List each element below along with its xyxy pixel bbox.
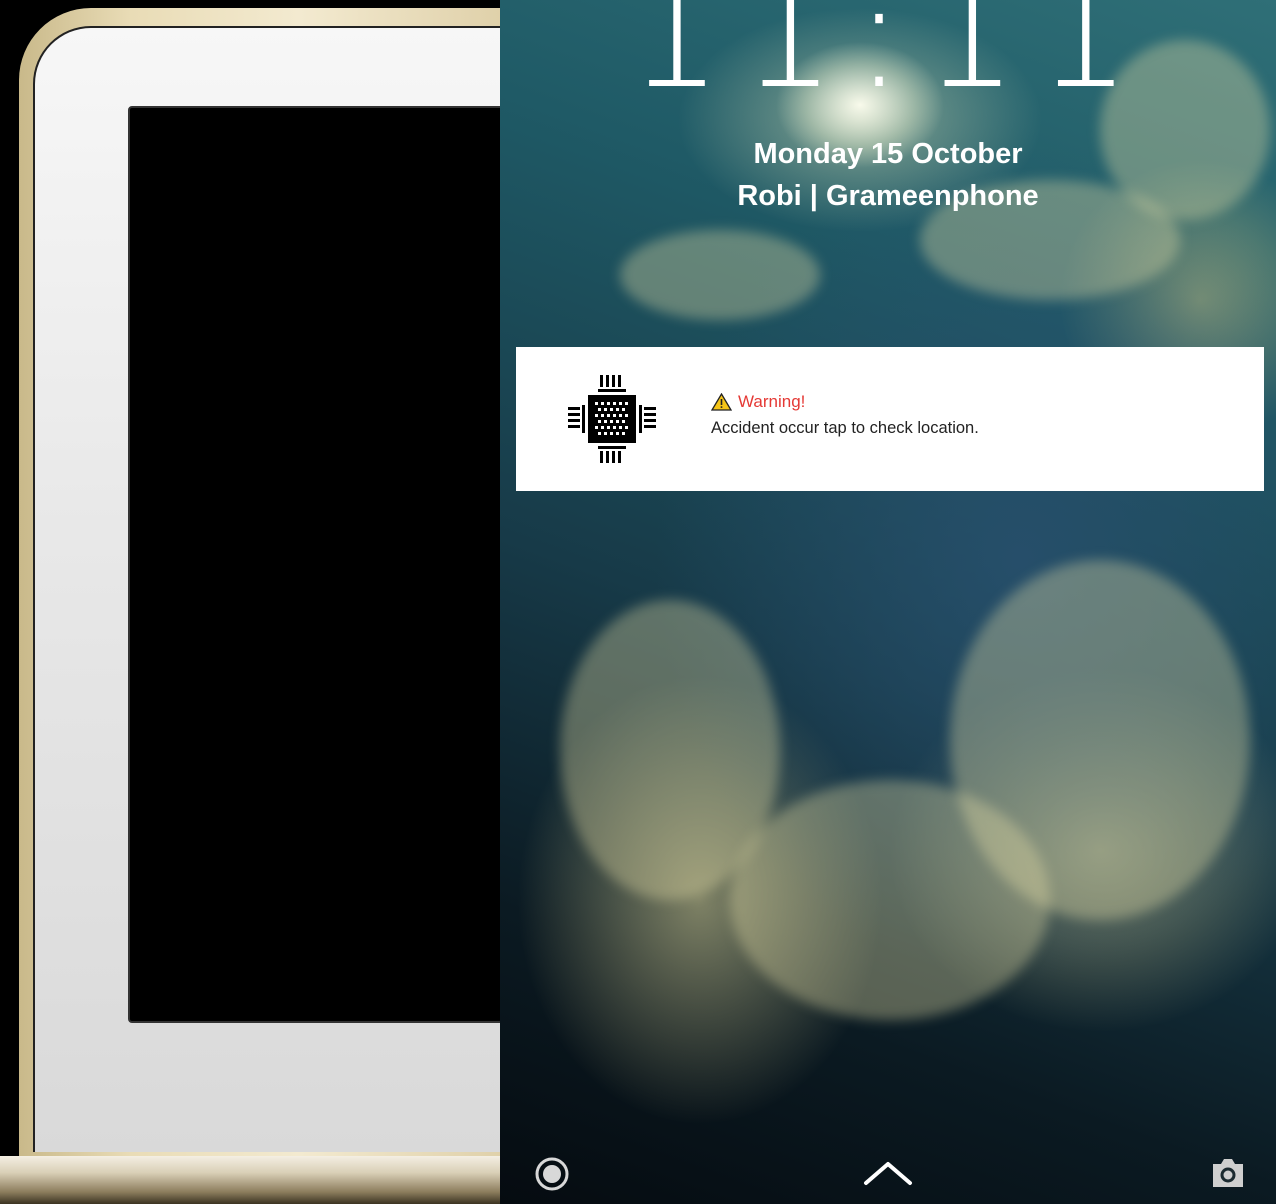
- notification-message: Accident occur tap to check location.: [711, 419, 979, 437]
- chevron-up-icon[interactable]: [862, 1157, 914, 1189]
- chip-icon: [568, 375, 656, 463]
- camera-icon[interactable]: [1210, 1156, 1246, 1190]
- notification-card[interactable]: Warning! Accident occur tap to check loc…: [516, 347, 1264, 491]
- device-base: [0, 1156, 500, 1204]
- lock-clock: 11:11: [626, 0, 1150, 122]
- wallpaper-cloud: [950, 560, 1250, 920]
- lock-screen[interactable]: 11:11 Monday 15 October Robi | Grameenph…: [500, 0, 1276, 1204]
- device-mockup: [0, 0, 500, 1204]
- voice-assist-icon[interactable]: [534, 1156, 570, 1192]
- lock-date: Monday 15 October: [753, 138, 1023, 170]
- device-screen: [128, 106, 500, 1023]
- warning-icon: [711, 393, 732, 411]
- notification-title-row: Warning!: [711, 391, 805, 413]
- notification-title: Warning!: [738, 392, 806, 411]
- lock-carriers: Robi | Grameenphone: [737, 180, 1039, 212]
- wallpaper-cloud: [620, 230, 820, 320]
